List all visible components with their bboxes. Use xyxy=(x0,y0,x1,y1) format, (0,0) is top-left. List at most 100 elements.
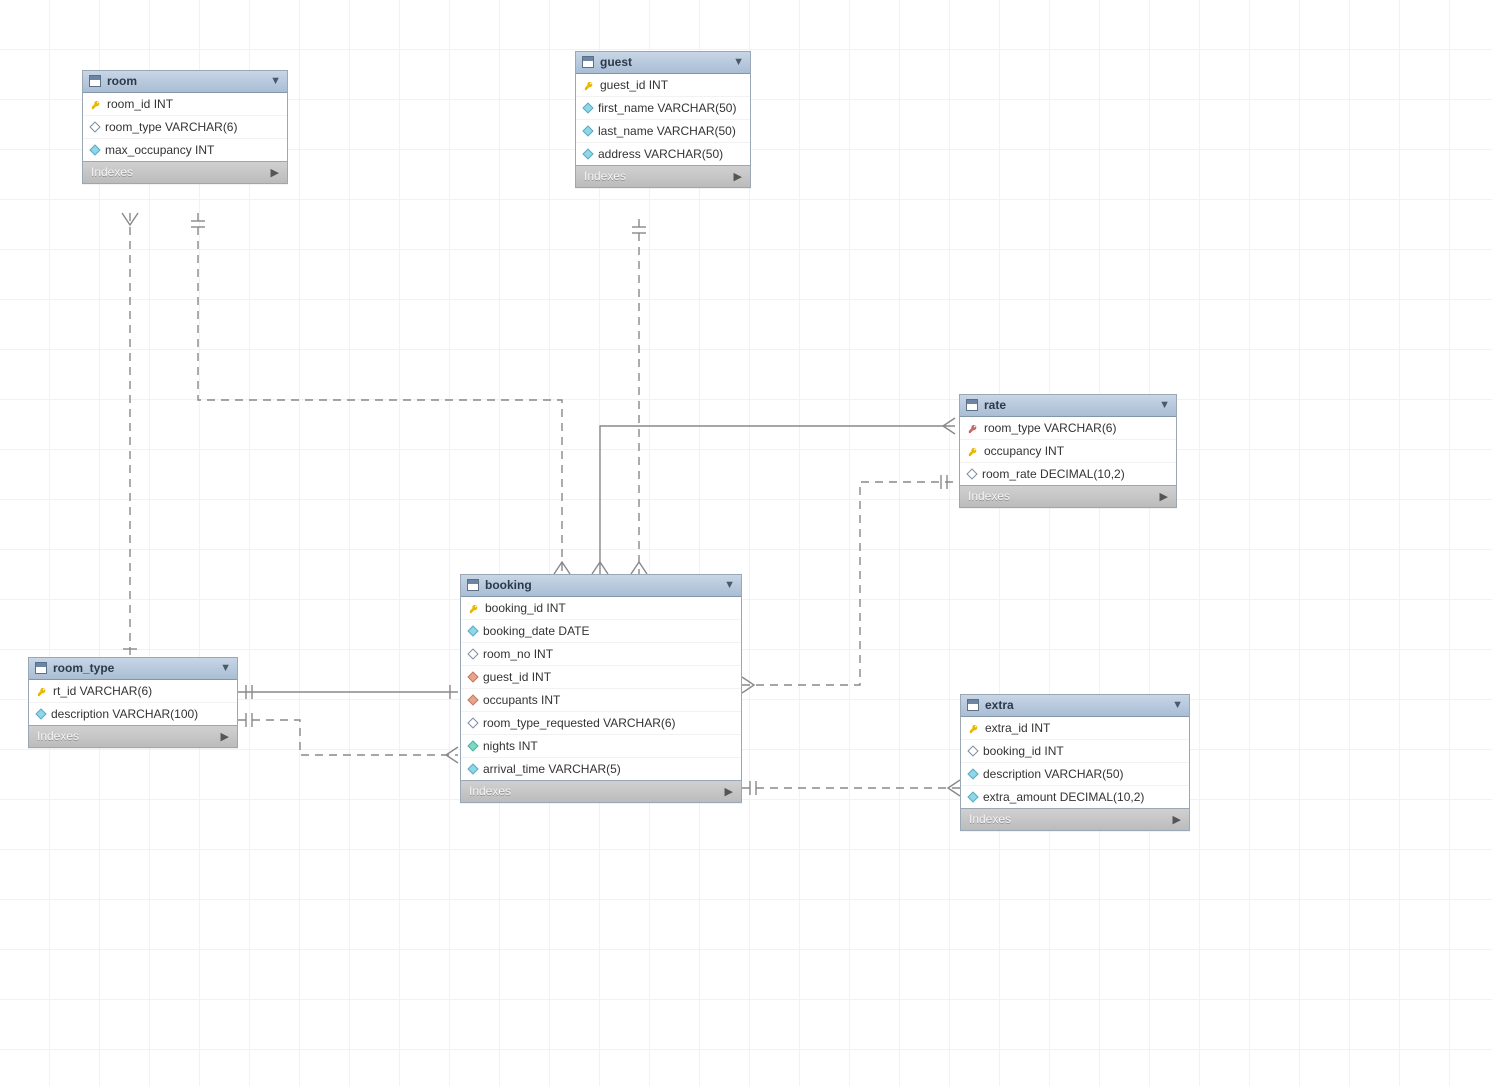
columns-list: room_id INT room_type VARCHAR(6) max_occup… xyxy=(83,93,287,161)
table-title: guest xyxy=(600,55,727,69)
column-row[interactable]: occupants INT xyxy=(461,688,741,711)
column-icon xyxy=(467,763,478,774)
collapse-icon[interactable]: ▼ xyxy=(1172,699,1183,711)
indexes-label: Indexes xyxy=(584,169,626,183)
column-name: max_occupancy INT xyxy=(105,143,214,157)
column-icon xyxy=(89,144,100,155)
column-name: rt_id VARCHAR(6) xyxy=(53,684,152,698)
columns-list: rt_id VARCHAR(6) description VARCHAR(100) xyxy=(29,680,237,725)
column-row[interactable]: room_rate DECIMAL(10,2) xyxy=(960,462,1176,485)
column-row[interactable]: description VARCHAR(50) xyxy=(961,762,1189,785)
column-icon xyxy=(467,717,478,728)
table-icon xyxy=(582,56,594,68)
column-row[interactable]: rt_id VARCHAR(6) xyxy=(29,680,237,702)
indexes-footer[interactable]: Indexes ▶ xyxy=(576,165,750,187)
column-row[interactable]: room_id INT xyxy=(83,93,287,115)
table-header[interactable]: room ▼ xyxy=(83,71,287,93)
column-name: description VARCHAR(100) xyxy=(51,707,198,721)
expand-icon[interactable]: ▶ xyxy=(725,785,733,798)
indexes-footer[interactable]: Indexes ▶ xyxy=(461,780,741,802)
table-title: room_type xyxy=(53,661,214,675)
column-row[interactable]: guest_id INT xyxy=(461,665,741,688)
expand-icon[interactable]: ▶ xyxy=(1173,813,1181,826)
column-name: room_no INT xyxy=(483,647,553,661)
collapse-icon[interactable]: ▼ xyxy=(733,56,744,68)
collapse-icon[interactable]: ▼ xyxy=(270,75,281,87)
column-row[interactable]: max_occupancy INT xyxy=(83,138,287,161)
column-row[interactable]: booking_date DATE xyxy=(461,619,741,642)
column-row[interactable]: booking_id INT xyxy=(961,739,1189,762)
column-icon xyxy=(35,708,46,719)
columns-list: booking_id INT booking_date DATE room_no I… xyxy=(461,597,741,780)
column-icon xyxy=(467,625,478,636)
column-icon xyxy=(467,648,478,659)
column-row[interactable]: arrival_time VARCHAR(5) xyxy=(461,757,741,780)
column-row[interactable]: extra_id INT xyxy=(961,717,1189,739)
column-row[interactable]: extra_amount DECIMAL(10,2) xyxy=(961,785,1189,808)
column-icon xyxy=(89,121,100,132)
table-header[interactable]: booking▼ xyxy=(461,575,741,597)
column-name: description VARCHAR(50) xyxy=(983,767,1124,781)
table-header[interactable]: extra▼ xyxy=(961,695,1189,717)
indexes-footer[interactable]: Indexes▶ xyxy=(961,808,1189,830)
column-name: guest_id INT xyxy=(483,670,551,684)
collapse-icon[interactable]: ▼ xyxy=(724,579,735,591)
collapse-icon[interactable]: ▼ xyxy=(220,662,231,674)
column-icon xyxy=(467,740,478,751)
table-icon xyxy=(35,662,47,674)
column-name: extra_amount DECIMAL(10,2) xyxy=(983,790,1144,804)
column-name: arrival_time VARCHAR(5) xyxy=(483,762,621,776)
column-row[interactable]: room_no INT xyxy=(461,642,741,665)
columns-list: room_type VARCHAR(6) occupancy INT room_ra… xyxy=(960,417,1176,485)
column-row[interactable]: last_name VARCHAR(50) xyxy=(576,119,750,142)
table-booking[interactable]: booking▼ booking_id INT booking_date DATE r… xyxy=(460,574,742,803)
column-name: room_rate DECIMAL(10,2) xyxy=(982,467,1125,481)
indexes-footer[interactable]: Indexes ▶ xyxy=(960,485,1176,507)
column-row[interactable]: guest_id INT xyxy=(576,74,750,96)
column-row[interactable]: room_type_requested VARCHAR(6) xyxy=(461,711,741,734)
expand-icon[interactable]: ▶ xyxy=(1160,490,1168,503)
column-name: nights INT xyxy=(483,739,538,753)
table-header[interactable]: rate▼ xyxy=(960,395,1176,417)
column-row[interactable]: first_name VARCHAR(50) xyxy=(576,96,750,119)
table-icon xyxy=(966,399,978,411)
column-icon xyxy=(582,102,593,113)
indexes-label: Indexes xyxy=(469,784,511,798)
column-name: booking_id INT xyxy=(485,601,566,615)
column-name: room_id INT xyxy=(107,97,173,111)
column-row[interactable]: booking_id INT xyxy=(461,597,741,619)
table-room[interactable]: room ▼ room_id INT room_type VARCHAR(6) max_… xyxy=(82,70,288,184)
expand-icon[interactable]: ▶ xyxy=(271,166,279,179)
column-row[interactable]: room_type VARCHAR(6) xyxy=(960,417,1176,439)
table-header[interactable]: room_type ▼ xyxy=(29,658,237,680)
table-header[interactable]: guest ▼ xyxy=(576,52,750,74)
table-rate[interactable]: rate▼room_type VARCHAR(6)occupancy INTro… xyxy=(959,394,1177,508)
column-row[interactable]: nights INT xyxy=(461,734,741,757)
indexes-footer[interactable]: Indexes▶ xyxy=(83,161,287,183)
column-row[interactable]: occupancy INT xyxy=(960,439,1176,462)
table-icon xyxy=(89,75,101,87)
column-name: last_name VARCHAR(50) xyxy=(598,124,736,138)
column-row[interactable]: address VARCHAR(50) xyxy=(576,142,750,165)
column-icon xyxy=(582,125,593,136)
er-diagram-canvas[interactable]: room ▼ room_id INT room_type VARCHAR(6) max_… xyxy=(0,0,1492,1086)
column-name: booking_date DATE xyxy=(483,624,590,638)
expand-icon[interactable]: ▶ xyxy=(221,730,229,743)
primary-key-icon xyxy=(91,99,101,109)
column-row[interactable]: description VARCHAR(100) xyxy=(29,702,237,725)
indexes-footer[interactable]: Indexes▶ xyxy=(29,725,237,747)
table-room_type[interactable]: room_type ▼ rt_id VARCHAR(6) description VA… xyxy=(28,657,238,748)
table-title: room xyxy=(107,74,264,88)
column-name: first_name VARCHAR(50) xyxy=(598,101,736,115)
collapse-icon[interactable]: ▼ xyxy=(1159,399,1170,411)
table-guest[interactable]: guest ▼ guest_id INT first_name VARCHAR(50)… xyxy=(575,51,751,188)
table-icon xyxy=(467,579,479,591)
column-name: occupancy INT xyxy=(984,444,1064,458)
primary-key-icon xyxy=(584,80,594,90)
column-name: extra_id INT xyxy=(985,721,1050,735)
expand-icon[interactable]: ▶ xyxy=(734,170,742,183)
foreign-key-icon xyxy=(968,423,978,433)
indexes-label: Indexes xyxy=(968,489,1010,503)
column-row[interactable]: room_type VARCHAR(6) xyxy=(83,115,287,138)
table-extra[interactable]: extra▼ extra_id INT booking_id INT descript… xyxy=(960,694,1190,831)
